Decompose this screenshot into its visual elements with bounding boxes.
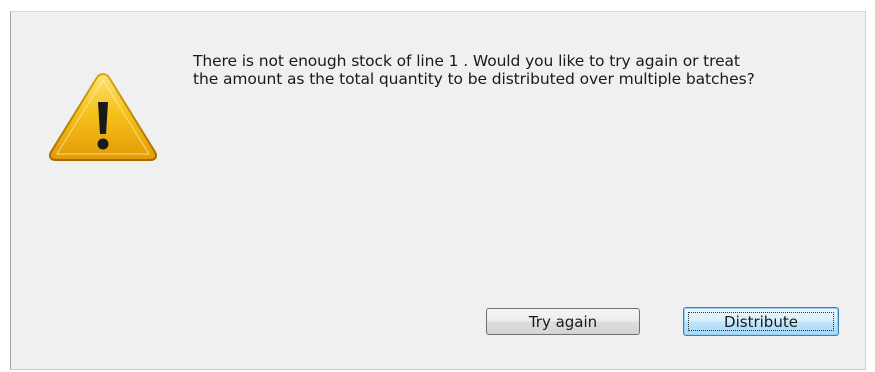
dialog-message: There is not enough stock of line 1 . Wo… [193,52,755,88]
try-again-button[interactable]: Try again [486,308,640,335]
warning-icon [48,72,158,161]
distribute-button-label: Distribute [724,312,798,331]
try-again-button-label: Try again [528,312,598,331]
distribute-button[interactable]: Distribute [683,307,839,336]
stock-warning-dialog: There is not enough stock of line 1 . Wo… [10,11,866,370]
